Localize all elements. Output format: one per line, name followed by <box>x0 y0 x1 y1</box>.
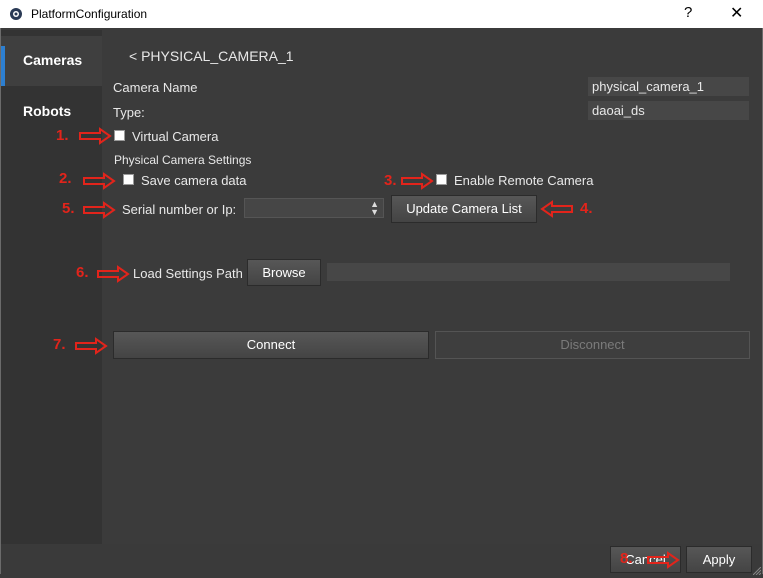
annotation-marker-4: 4. <box>580 200 593 217</box>
annotation-arrow-icon <box>401 172 434 190</box>
annotation-marker-7: 7. <box>53 336 66 353</box>
annotation-arrow-icon <box>83 201 116 219</box>
help-button[interactable]: ? <box>684 4 692 21</box>
type-label: Type: <box>113 105 145 120</box>
spinner-arrows-icon: ▲ ▼ <box>370 199 379 217</box>
type-field[interactable]: daoai_ds <box>588 101 749 120</box>
annotation-marker-1: 1. <box>56 127 69 144</box>
annotation-marker-6: 6. <box>76 264 89 281</box>
window-title: PlatformConfiguration <box>31 7 148 21</box>
tab-robots-label: Robots <box>23 103 72 119</box>
annotation-marker-2: 2. <box>59 170 72 187</box>
back-link[interactable]: < PHYSICAL_CAMERA_1 <box>129 48 294 64</box>
annotation-marker-3: 3. <box>384 172 397 189</box>
camera-name-label: Camera Name <box>113 80 198 95</box>
annotation-arrow-icon <box>540 200 573 218</box>
disconnect-button[interactable]: Disconnect <box>435 331 750 359</box>
app-logo-icon <box>10 8 22 20</box>
camera-name-field[interactable]: physical_camera_1 <box>588 77 749 96</box>
tab-cameras-label: Cameras <box>23 52 83 68</box>
resize-grip-icon[interactable] <box>752 563 762 576</box>
annotation-arrow-icon <box>79 127 112 145</box>
save-camera-data-label: Save camera data <box>141 173 247 188</box>
enable-remote-camera-checkbox[interactable] <box>436 174 447 185</box>
annotation-arrow-icon <box>97 265 130 283</box>
connect-button[interactable]: Connect <box>113 331 429 359</box>
section-title: Physical Camera Settings <box>114 153 252 167</box>
title-bar: PlatformConfiguration ? ✕ <box>0 0 763 28</box>
annotation-marker-5: 5. <box>62 200 75 217</box>
serial-number-select[interactable]: ▲ ▼ <box>244 198 384 218</box>
annotation-marker-8: 8. <box>620 550 633 567</box>
enable-remote-camera-label: Enable Remote Camera <box>454 173 594 188</box>
virtual-camera-checkbox[interactable] <box>114 130 125 141</box>
annotation-arrow-icon <box>75 337 108 355</box>
close-button[interactable]: ✕ <box>730 3 743 23</box>
serial-number-label: Serial number or Ip: <box>122 202 237 217</box>
annotation-arrow-icon <box>83 172 116 190</box>
annotation-arrow-icon <box>647 551 680 569</box>
browse-button[interactable]: Browse <box>247 259 321 286</box>
virtual-camera-label: Virtual Camera <box>132 129 219 144</box>
tab-cameras[interactable]: Cameras <box>1 36 102 86</box>
settings-path-field[interactable] <box>327 263 730 281</box>
load-settings-path-label: Load Settings Path <box>133 266 243 281</box>
active-tab-indicator <box>1 46 5 86</box>
save-camera-data-checkbox[interactable] <box>123 174 134 185</box>
apply-button[interactable]: Apply <box>686 546 752 573</box>
update-camera-list-button[interactable]: Update Camera List <box>391 195 537 223</box>
